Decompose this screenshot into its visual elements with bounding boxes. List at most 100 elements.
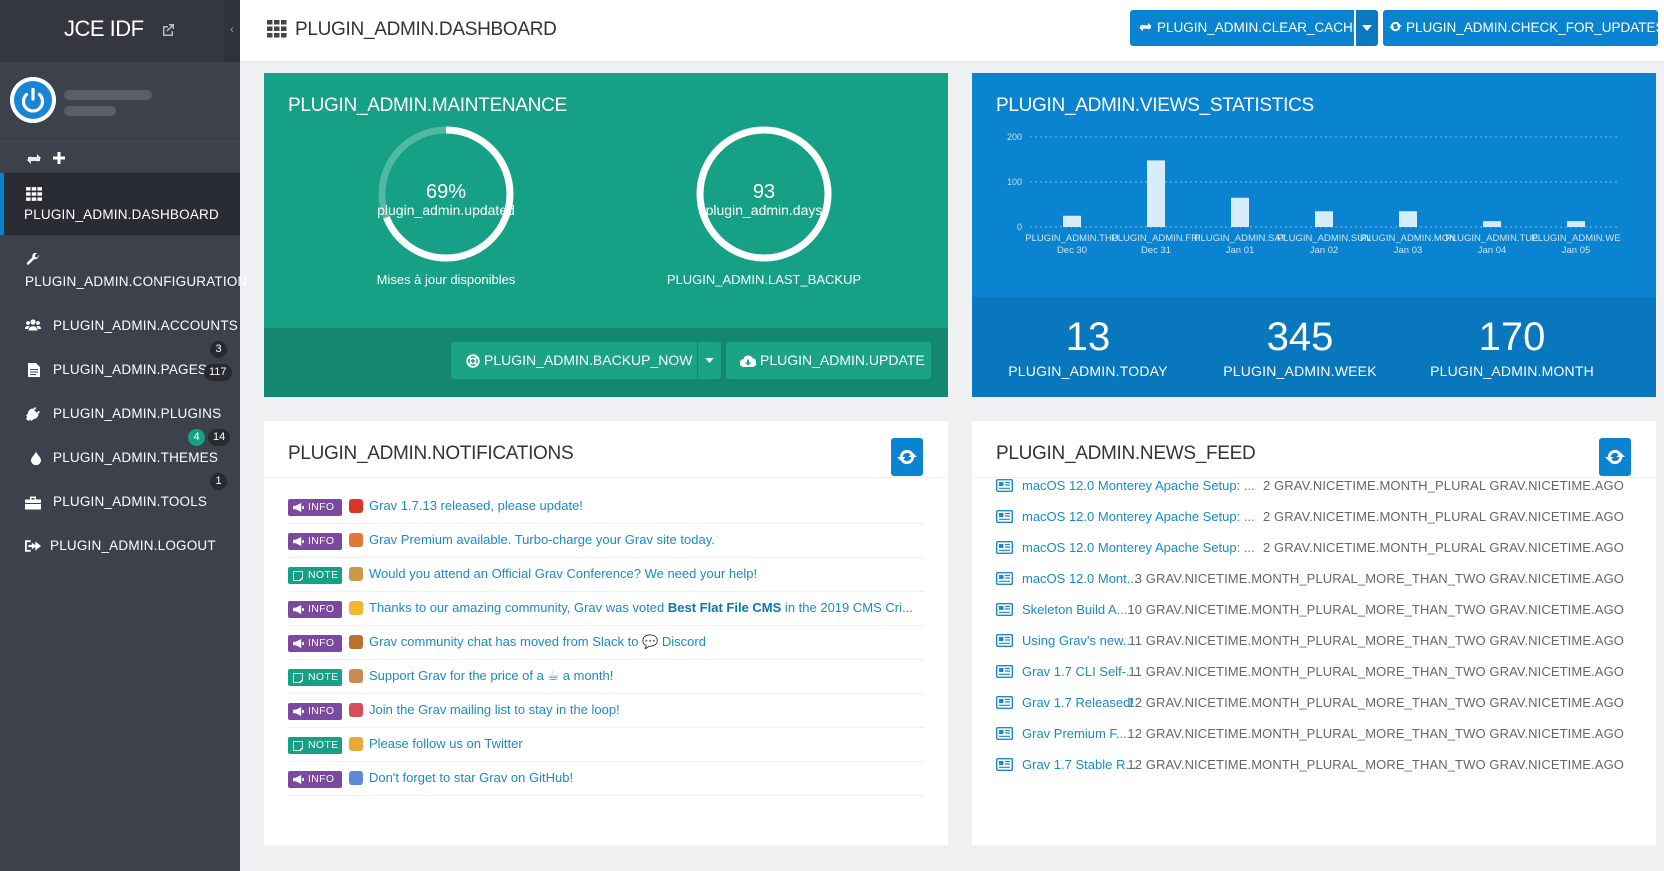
notification-link[interactable]: Would you attend an Official Grav Confer… [369,566,757,581]
chart-x-tick-label: PLUGIN_ADMIN.TUE [1446,233,1539,244]
notification-text: Grav community chat has moved from Slack… [369,634,706,649]
chart-x-tick-date: Jan 01 [1226,245,1255,256]
updates-sub-label: plugin_admin.updated [377,202,515,218]
avatar[interactable] [10,77,56,123]
add-icon[interactable] [52,151,66,165]
newspaper-icon [996,665,1013,678]
news-title-link[interactable]: Using Grav's new... [1022,633,1134,648]
chart-x-tick-date: Dec 30 [1057,245,1087,256]
notification-item[interactable]: INFO Grav community chat has moved from S… [288,626,924,660]
notification-item[interactable]: INFO Join the Grav mailing list to stay i… [288,694,924,728]
backup-caption: PLUGIN_ADMIN.LAST_BACKUP [666,272,862,287]
tint-icon [31,451,41,465]
newspaper-icon [996,696,1013,709]
divider [264,477,948,478]
caret-down-icon [705,358,714,363]
bullhorn-icon [293,707,304,716]
notification-link[interactable]: Support Grav for the price of a ☕ a mont… [369,668,613,684]
notification-item[interactable]: INFO Thanks to our amazing community, Gra… [288,592,924,626]
external-link-icon[interactable] [160,22,176,38]
sidebar-item-dashboard[interactable]: PLUGIN_ADMIN.DASHBOARD [0,173,240,235]
news-time: 2 GRAV.NICETIME.MONTH_PLURAL GRAV.NICETI… [1263,540,1624,555]
news-time: 11 GRAV.NICETIME.MONTH_PLURAL_MORE_THAN_… [1128,664,1624,679]
news-time: 2 GRAV.NICETIME.MONTH_PLURAL GRAV.NICETI… [1263,478,1624,493]
views-statistics-footer: 13 PLUGIN_ADMIN.TODAY 345 PLUGIN_ADMIN.W… [972,297,1656,397]
user-profile[interactable] [0,62,240,142]
notification-link[interactable]: Thanks to our amazing community, Grav wa… [369,600,913,615]
sidebar-item-plugins[interactable]: PLUGIN_ADMIN.PLUGINS 4 14 [0,396,240,446]
notification-emoji-icon [349,703,363,717]
pages-count-badge: 117 [204,364,232,381]
news-item[interactable]: macOS 12.0 Monterey Apache Setup: ... 2 G… [996,470,1636,503]
news-item[interactable]: macOS 12.0 Monterey Apache Setup: ... 2 G… [996,532,1636,565]
sidebar-item-label: PLUGIN_ADMIN.LOGOUT [50,538,216,553]
notification-link[interactable]: Don't forget to star Grav on GitHub! [369,770,573,785]
sidebar-item-logout[interactable]: PLUGIN_ADMIN.LOGOUT [0,528,240,572]
news-title-link[interactable]: Grav Premium F... [1022,726,1127,741]
news-time: 12 GRAV.NICETIME.MONTH_PLURAL_MORE_THAN_… [1127,726,1624,741]
sidebar-item-tools[interactable]: PLUGIN_ADMIN.TOOLS [0,484,240,528]
notification-link[interactable]: Grav community chat has moved from Slack… [369,634,706,650]
backup-dropdown-toggle[interactable] [697,342,721,379]
sidebar-item-configuration[interactable]: PLUGIN_ADMIN.CONFIGURATION [0,243,247,293]
news-time: 10 GRAV.NICETIME.MONTH_PLURAL_MORE_THAN_… [1127,602,1624,617]
sidebar-collapse-toggle[interactable]: ‹ [224,0,240,62]
newspaper-icon [996,479,1013,492]
check-for-updates-button[interactable]: PLUGIN_ADMIN.CHECK_FOR_UPDATES [1383,10,1664,46]
clear-cache-button[interactable]: PLUGIN_ADMIN.CLEAR_CACHE [1130,10,1362,46]
today-value: 13 [1065,315,1111,359]
news-title-link[interactable]: macOS 12.0 Monterey Apache Setup: ... [1022,540,1255,555]
week-value: 345 [1266,315,1334,359]
news-item[interactable]: Skeleton Build A... 10 GRAV.NICETIME.MONT… [996,594,1636,627]
notification-item[interactable]: INFO Don't forget to star Grav on GitHub! [288,762,924,796]
sidebar-item-pages[interactable]: PLUGIN_ADMIN.PAGES 117 [0,352,240,396]
notification-type-label: INFO [308,501,335,513]
notification-link[interactable]: Grav 1.7.13 released, please update! [369,498,583,513]
update-button[interactable]: PLUGIN_ADMIN.UPDATE [726,342,931,379]
chart-bar [1063,215,1081,227]
notification-link[interactable]: Please follow us on Twitter [369,736,523,751]
news-title-link[interactable]: Grav 1.7 CLI Self-... [1022,664,1137,679]
notifications-panel: PLUGIN_ADMIN.NOTIFICATIONS INFO Grav 1.7.… [264,421,948,845]
clear-cache-quick-icon[interactable] [26,152,42,166]
news-item[interactable]: Grav 1.7 CLI Self-... 11 GRAV.NICETIME.MO… [996,656,1636,689]
notification-link[interactable]: Grav Premium available. Turbo-charge you… [369,532,715,547]
month-value: 170 [1478,315,1546,359]
news-item[interactable]: Grav Premium F... 12 GRAV.NICETIME.MONTH_… [996,718,1636,751]
news-item[interactable]: macOS 12.0 Mont... 3 GRAV.NICETIME.MONTH_… [996,563,1636,596]
chart-x-tick-date: Jan 04 [1478,245,1507,256]
news-title-link[interactable]: Skeleton Build A... [1022,602,1128,617]
news-title-link[interactable]: Grav 1.7 Released! [1022,695,1134,710]
notification-item[interactable]: INFO Grav Premium available. Turbo-charge… [288,524,924,558]
site-name[interactable]: JCE IDF [64,16,144,42]
notification-type-label: NOTE [308,739,339,751]
notification-type-badge: NOTE [288,567,342,584]
sidebar-item-accounts[interactable]: PLUGIN_ADMIN.ACCOUNTS 3 [0,308,240,358]
news-title-link[interactable]: macOS 12.0 Monterey Apache Setup: ... [1022,509,1255,524]
views-statistics-title: PLUGIN_ADMIN.VIEWS_STATISTICS [996,95,1314,116]
notification-item[interactable]: NOTE Support Grav for the price of a ☕ a … [288,660,924,694]
notification-item[interactable]: NOTE Would you attend an Official Grav Co… [288,558,924,592]
notification-link[interactable]: Join the Grav mailing list to stay in th… [369,702,620,717]
news-item[interactable]: Grav 1.7 Released! 12 GRAV.NICETIME.MONTH… [996,687,1636,720]
week-label: PLUGIN_ADMIN.WEEK [1223,363,1377,379]
backup-now-button[interactable]: PLUGIN_ADMIN.BACKUP_NOW [451,342,697,379]
check-for-updates-label: PLUGIN_ADMIN.CHECK_FOR_UPDATES [1406,20,1664,35]
sticky-note-icon [293,571,303,581]
notification-item[interactable]: INFO Grav 1.7.13 released, please update! [288,490,924,524]
chart-bar [1483,221,1501,227]
news-item[interactable]: Using Grav's new... 11 GRAV.NICETIME.MONT… [996,625,1636,658]
clear-cache-dropdown-toggle[interactable] [1356,10,1378,46]
news-title-link[interactable]: Grav 1.7 Stable R... [1022,757,1136,772]
sidebar-item-themes[interactable]: PLUGIN_ADMIN.THEMES 1 [0,440,240,490]
news-title-link[interactable]: macOS 12.0 Mont... [1022,571,1138,586]
notifications-refresh-button[interactable] [891,438,923,476]
news-item[interactable]: macOS 12.0 Monterey Apache Setup: ... 2 G… [996,501,1636,534]
news-item[interactable]: Grav 1.7 Stable R... 12 GRAV.NICETIME.MON… [996,749,1636,782]
newspaper-icon [996,572,1013,585]
refresh-icon [1389,22,1402,32]
news-title-link[interactable]: macOS 12.0 Monterey Apache Setup: ... [1022,478,1255,493]
month-label: PLUGIN_ADMIN.MONTH [1430,363,1594,379]
notification-item[interactable]: NOTE Please follow us on Twitter [288,728,924,762]
notification-text: Join the Grav mailing list to stay in th… [369,702,620,717]
